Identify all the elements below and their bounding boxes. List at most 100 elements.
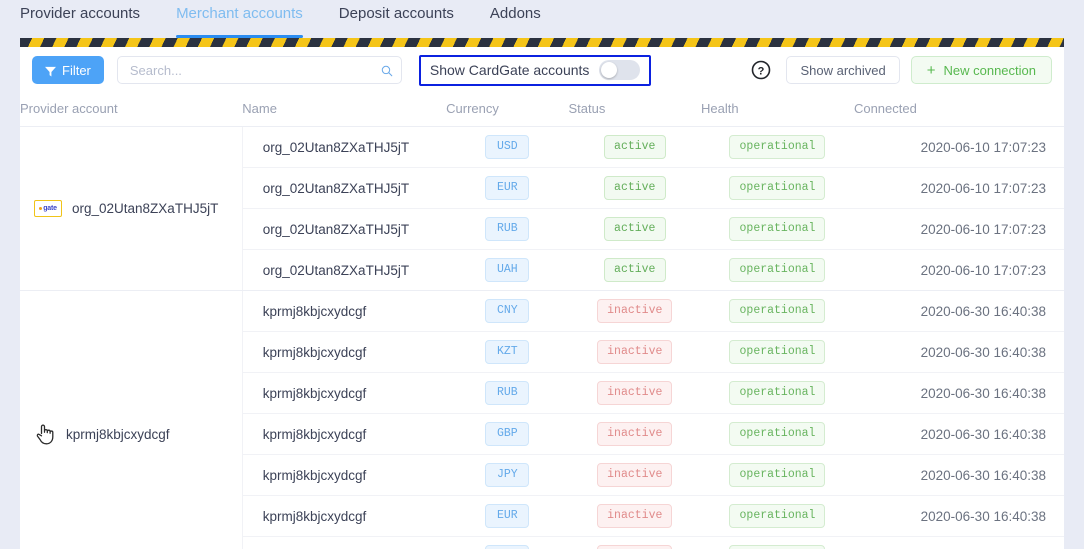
cell-connected: 2020-06-30 16:40:38 [853, 372, 1064, 414]
column-header-currency[interactable]: Currency [446, 93, 569, 127]
status-badge: active [603, 258, 666, 282]
column-header-name[interactable]: Name [242, 93, 447, 127]
gate-logo-text: gate [43, 205, 57, 212]
new-connection-button[interactable]: + New connection [910, 56, 1052, 84]
cell-health: operational [701, 372, 854, 414]
cell-currency: EUR [446, 167, 569, 209]
main-tabbar: Provider accounts Merchant accounts Depo… [0, 0, 1084, 38]
show-cardgate-accounts-control[interactable]: Show CardGate accounts [418, 54, 652, 86]
cell-currency: RUB [446, 372, 569, 414]
cell-status: active [568, 249, 702, 291]
cell-currency: RUB [446, 208, 569, 250]
cell-name: kprmj8kbjcxydcgf [242, 536, 447, 549]
cell-health: operational [701, 249, 854, 291]
cell-name: kprmj8kbjcxydcgf [242, 331, 447, 373]
column-header-connected[interactable]: Connected [853, 93, 1064, 127]
column-header-health[interactable]: Health [701, 93, 854, 127]
show-cardgate-accounts-toggle[interactable] [599, 60, 641, 80]
health-badge: operational [729, 299, 826, 323]
status-badge: inactive [597, 299, 673, 323]
cell-status: inactive [568, 290, 702, 332]
merchant-accounts-table: Provider account Name Currency Status He… [20, 93, 1064, 549]
cell-connected: 2020-06-30 16:40:38 [853, 290, 1064, 332]
cell-status: inactive [568, 454, 702, 496]
plus-icon: + [926, 61, 936, 79]
cell-currency: JPY [446, 454, 569, 496]
status-badge: inactive [597, 422, 673, 446]
tab-merchant-accounts[interactable]: Merchant accounts [176, 0, 303, 38]
health-badge: operational [729, 422, 826, 446]
cell-health: operational [701, 454, 854, 496]
cell-health: operational [701, 208, 854, 250]
table-body: gate org_02Utan8ZXaTHJ5jT org_02Utan8ZXaTH… [20, 126, 1064, 549]
tab-addons[interactable]: Addons [490, 0, 541, 38]
status-badge: active [603, 176, 666, 200]
search-field-wrapper [116, 56, 402, 84]
provider-account-cell[interactable]: kprmj8kbjcxydcgf [20, 290, 243, 549]
currency-badge: USD [485, 545, 530, 549]
cell-connected: 2020-06-10 17:07:23 [853, 208, 1064, 250]
hazard-stripe-divider [20, 38, 1064, 47]
health-badge: operational [729, 381, 826, 405]
status-badge: inactive [597, 545, 673, 549]
cell-name: kprmj8kbjcxydcgf [242, 413, 447, 455]
provider-account-label: kprmj8kbjcxydcgf [66, 426, 170, 442]
show-archived-button[interactable]: Show archived [786, 56, 900, 84]
filter-button[interactable]: Filter [32, 56, 104, 84]
column-header-provider-account[interactable]: Provider account [20, 93, 243, 127]
gate-logo-dot [39, 207, 43, 210]
currency-badge: RUB [485, 381, 530, 405]
currency-badge: KZT [485, 340, 530, 364]
cell-connected: 2020-06-30 16:40:38 [853, 495, 1064, 537]
cell-health: operational [701, 126, 854, 168]
cell-name: org_02Utan8ZXaTHJ5jT [242, 208, 447, 250]
column-header-status[interactable]: Status [568, 93, 702, 127]
search-input[interactable] [116, 56, 402, 84]
toggle-knob [601, 62, 618, 78]
health-badge: operational [729, 504, 826, 528]
provider-account-cell[interactable]: gate org_02Utan8ZXaTHJ5jT [20, 126, 243, 291]
cell-currency: CNY [446, 290, 569, 332]
status-badge: active [603, 217, 666, 241]
cell-status: active [568, 126, 702, 168]
health-badge: operational [729, 217, 826, 241]
cursor-hand-icon [34, 422, 56, 446]
cell-currency: GBP [446, 413, 569, 455]
filter-button-label: Filter [62, 62, 91, 78]
currency-badge: GBP [485, 422, 530, 446]
table-row[interactable]: kprmj8kbjcxydcgf kprmj8kbjcxydcgf CNY inact… [20, 290, 1064, 549]
health-badge: operational [729, 135, 826, 159]
currency-badge: RUB [485, 217, 530, 241]
cell-connected: 2020-06-10 17:07:23 [853, 126, 1064, 168]
cell-status: inactive [568, 495, 702, 537]
status-badge: active [603, 135, 666, 159]
cell-name: kprmj8kbjcxydcgf [242, 372, 447, 414]
currency-badge: UAH [485, 258, 530, 282]
table-header-row: Provider account Name Currency Status He… [20, 93, 1064, 127]
tab-provider-accounts[interactable]: Provider accounts [20, 0, 140, 38]
cell-status: inactive [568, 413, 702, 455]
cell-name: kprmj8kbjcxydcgf [242, 495, 447, 537]
table-row[interactable]: gate org_02Utan8ZXaTHJ5jT org_02Utan8ZXaTH… [20, 126, 1064, 291]
cell-name: org_02Utan8ZXaTHJ5jT [242, 126, 447, 168]
help-circle-icon[interactable]: ? [751, 60, 771, 80]
health-badge: operational [729, 258, 826, 282]
cell-currency: EUR [446, 495, 569, 537]
provider-account-label: org_02Utan8ZXaTHJ5jT [72, 201, 219, 216]
currency-badge: CNY [485, 299, 530, 323]
show-cardgate-accounts-label: Show CardGate accounts [429, 62, 590, 78]
cell-status: inactive [568, 372, 702, 414]
currency-badge: USD [485, 135, 530, 159]
currency-badge: EUR [485, 504, 530, 528]
currency-badge: EUR [485, 176, 530, 200]
health-badge: operational [729, 176, 826, 200]
cell-currency: UAH [446, 249, 569, 291]
cell-connected: 2020-06-30 16:40:38 [853, 413, 1064, 455]
cell-status: active [568, 167, 702, 209]
new-connection-label: New connection [943, 62, 1037, 78]
provider-account-inner: gate org_02Utan8ZXaTHJ5jT [34, 200, 241, 217]
cell-name: org_02Utan8ZXaTHJ5jT [242, 167, 447, 209]
tab-deposit-accounts[interactable]: Deposit accounts [339, 0, 454, 38]
cell-status: active [568, 208, 702, 250]
cell-status: inactive [568, 536, 702, 549]
